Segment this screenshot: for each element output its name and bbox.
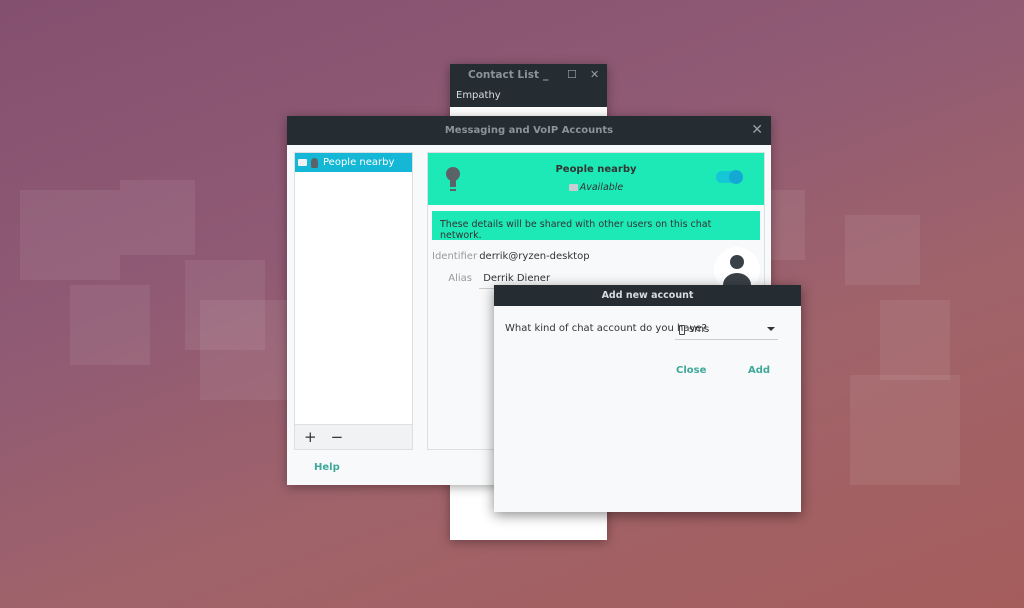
- phone-icon: [679, 324, 685, 335]
- help-button[interactable]: Help: [314, 462, 340, 473]
- add-account-button[interactable]: +: [304, 428, 317, 446]
- identifier-row: Identifier derrik@ryzen-desktop: [432, 251, 590, 262]
- lightbulb-icon: [311, 157, 318, 168]
- identifier-value: derrik@ryzen-desktop: [479, 251, 590, 262]
- account-header: People nearby Available: [428, 153, 764, 205]
- alias-label: Alias: [448, 273, 472, 284]
- accounts-titlebar[interactable]: Messaging and VoIP Accounts ✕: [287, 116, 771, 145]
- account-type-select[interactable]: sms: [675, 320, 778, 340]
- info-banner: These details will be shared with other …: [432, 211, 760, 241]
- chat-bubble-icon: [298, 159, 307, 166]
- close-icon[interactable]: ✕: [751, 122, 763, 138]
- contact-list-titlebar[interactable]: Contact List _ ☐ ✕: [450, 64, 607, 86]
- window-title: Messaging and VoIP Accounts: [444, 125, 614, 136]
- account-item-people-nearby[interactable]: People nearby: [295, 153, 412, 172]
- add-account-dialog: Add new account What kind of chat accoun…: [494, 285, 801, 512]
- add-button[interactable]: Add: [748, 365, 770, 376]
- selected-value: sms: [689, 324, 710, 335]
- close-icon[interactable]: ✕: [590, 68, 599, 81]
- window-title: Contact List: [468, 69, 539, 81]
- close-button[interactable]: Close: [676, 365, 706, 376]
- list-toolbar: + −: [295, 424, 412, 449]
- dialog-titlebar[interactable]: Add new account: [494, 285, 801, 306]
- account-enabled-toggle[interactable]: [716, 170, 743, 184]
- maximize-icon[interactable]: ☐: [567, 68, 577, 81]
- identifier-label: Identifier: [432, 251, 478, 262]
- dialog-title: Add new account: [601, 290, 694, 301]
- account-list: People nearby + −: [294, 152, 413, 450]
- account-label: People nearby: [323, 157, 395, 168]
- menu-empathy[interactable]: Empathy: [450, 86, 607, 107]
- minimize-icon[interactable]: _: [543, 68, 549, 81]
- chevron-down-icon: [767, 327, 775, 331]
- account-status: Available: [428, 182, 764, 193]
- chat-bubble-icon: [568, 184, 578, 191]
- remove-account-button[interactable]: −: [331, 428, 344, 446]
- account-name: People nearby: [555, 164, 637, 175]
